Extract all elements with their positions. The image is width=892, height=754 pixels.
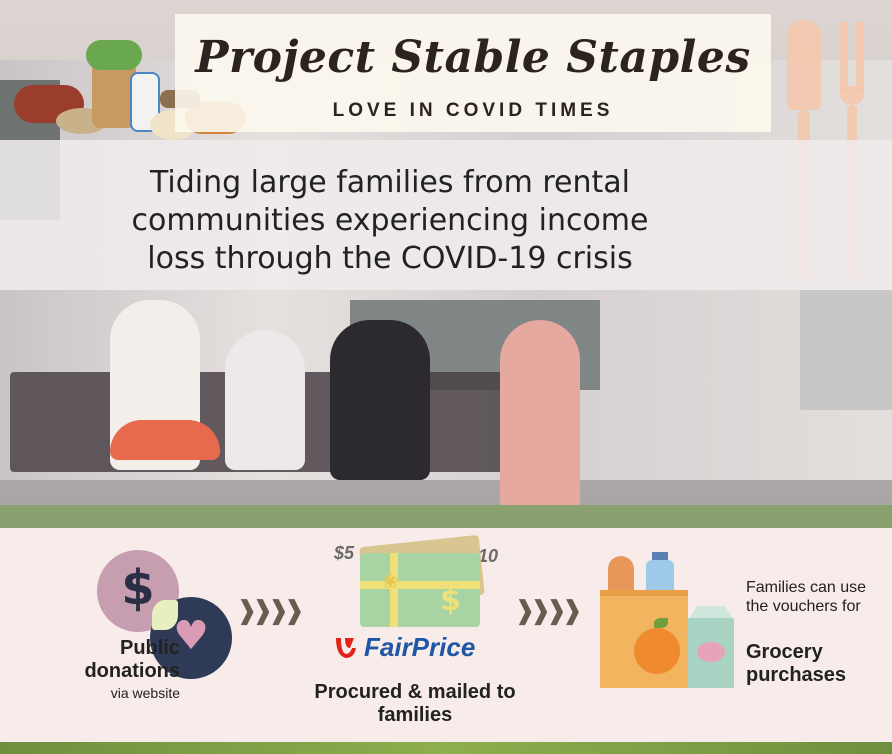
window bbox=[800, 290, 892, 410]
fairprice-logo-icon bbox=[336, 638, 356, 658]
description-text: Tiding large families from rental commun… bbox=[131, 165, 649, 276]
grass bbox=[0, 505, 892, 528]
coin-overlap bbox=[152, 600, 178, 630]
fork-tine bbox=[856, 22, 864, 92]
grass-strip bbox=[0, 742, 892, 754]
arrow-chevrons-icon: ❱❱❱❱ bbox=[514, 596, 583, 626]
grocery-highlight: Grocery purchases bbox=[746, 641, 847, 686]
fork-tine bbox=[840, 22, 848, 92]
voucher-label: Procured & mailed to families bbox=[314, 681, 516, 726]
person-shorts bbox=[110, 420, 220, 460]
fork-head bbox=[840, 86, 864, 104]
grocery-label: Families can use the vouchers for bbox=[746, 579, 867, 615]
fairprice-brand: FairPrice bbox=[364, 632, 476, 662]
title-banner: Project Stable Staples LOVE IN COVID TIM… bbox=[175, 14, 771, 132]
voucher-amount-low: $5 bbox=[334, 543, 355, 563]
person bbox=[330, 320, 430, 480]
person bbox=[500, 320, 580, 510]
leaf-icon bbox=[654, 618, 668, 628]
donation-label: Public donations bbox=[84, 637, 180, 682]
vegetables-icon bbox=[86, 40, 142, 70]
donation-sublabel: via website bbox=[110, 685, 180, 701]
page-subtitle: LOVE IN COVID TIMES bbox=[332, 100, 614, 121]
arrow-chevrons-icon: ❱❱❱❱ bbox=[236, 596, 305, 626]
orange-icon bbox=[634, 628, 680, 674]
gift-voucher-icon: ❀ $ bbox=[360, 553, 480, 627]
description-strip: Tiding large families from rental commun… bbox=[0, 140, 892, 290]
spatula-icon bbox=[787, 20, 821, 110]
person bbox=[225, 330, 305, 470]
milk-carton-label bbox=[697, 642, 725, 662]
page-title: Project Stable Staples bbox=[195, 32, 751, 83]
